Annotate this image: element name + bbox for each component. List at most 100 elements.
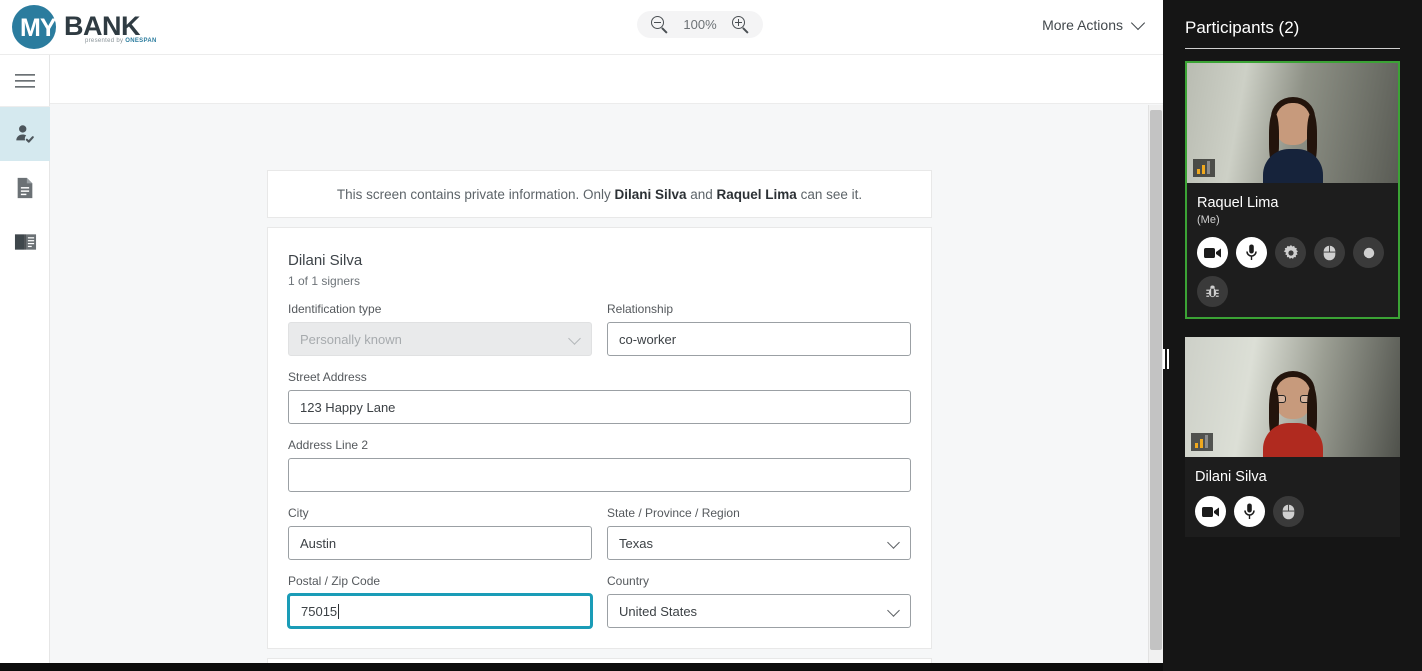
state-label: State / Province / Region [607,506,740,520]
country-select[interactable]: United States [607,594,911,628]
chevron-down-icon [568,332,581,345]
gear-icon [1283,244,1298,259]
participant-video [1185,337,1400,457]
zoom-control: 100% [637,11,763,38]
video-camera-icon [1202,506,1219,517]
city-label: City [288,506,309,520]
mouse-icon [1323,245,1336,260]
zoom-out-icon[interactable] [651,16,668,34]
content-scrollbar[interactable] [1148,105,1163,671]
diagnostics-button[interactable] [1197,276,1228,307]
form-row-1: Identification type Personally known Rel… [288,302,911,356]
address-line-2-input[interactable] [288,458,911,492]
microphone-toggle-button[interactable] [1234,496,1265,527]
avatar [1262,97,1323,183]
field-street-address: Street Address 123 Happy Lane [288,370,911,424]
document-content-area: This screen contains private information… [50,55,1163,671]
app-root: MY BANK presented by ONESPAN 100% More A… [0,0,1422,671]
sidebar-item-menu-toggle[interactable] [0,55,50,107]
more-actions-button[interactable]: More Actions [1042,15,1146,33]
signer-name: Dilani Silva [288,252,363,269]
city-input[interactable]: Austin [288,526,592,560]
sidebar-item-guide[interactable] [0,215,50,269]
state-select[interactable]: Texas [607,526,911,560]
field-identification-type: Identification type Personally known [288,302,592,356]
signer-verification-form: Dilani Silva 1 of 1 signers Identificati… [267,227,932,649]
panel-resize-handle[interactable] [1161,348,1171,370]
scrollbar-thumb[interactable] [1150,110,1162,650]
street-address-label: Street Address [288,370,367,384]
chevron-down-icon [1130,15,1146,31]
avatar [1262,371,1323,457]
more-actions-label: More Actions [1042,17,1123,33]
field-city: City Austin [288,506,592,560]
record-dot-icon [1363,247,1374,258]
field-relationship: Relationship co-worker [607,302,911,356]
logo-tagline-brand: ONESPAN [125,38,157,44]
field-state: State / Province / Region Texas [607,506,911,560]
zoom-in-icon[interactable] [732,16,749,34]
document-icon [17,177,33,199]
field-country: Country United States [607,574,911,628]
privacy-notice-text: This screen contains private information… [337,187,862,202]
form-row-3: Address Line 2 [288,438,911,492]
sidebar-item-signer-verification[interactable] [0,107,50,161]
bottom-black-bar [0,663,1163,671]
identification-type-value: Personally known [300,331,402,347]
logo-tagline-prefix: presented by [85,38,126,44]
privacy-suffix: can see it. [796,186,863,202]
sidebar-item-documents[interactable] [0,161,50,215]
brand-logo[interactable]: MY BANK presented by ONESPAN [12,3,252,51]
signal-strength-icon [1193,159,1215,177]
relationship-input[interactable]: co-worker [607,322,911,356]
participant-video [1187,63,1398,183]
participant-name: Raquel Lima [1197,195,1279,211]
participant-self-label: (Me) [1197,214,1220,226]
settings-button[interactable] [1275,237,1306,268]
document-canvas: This screen contains private information… [50,105,1145,671]
privacy-name-1: Dilani Silva [614,186,687,202]
microphone-icon [1244,503,1255,519]
field-postal-code: Postal / Zip Code 75015 [288,574,592,628]
text-caret [338,603,340,619]
form-row-5: Postal / Zip Code 75015 Country United S… [288,574,911,628]
microphone-icon [1246,244,1257,260]
participants-panel-title: Participants (2) [1185,18,1300,37]
chevron-down-icon [887,604,900,617]
pointer-share-button[interactable] [1314,237,1345,268]
camera-toggle-button[interactable] [1197,237,1228,268]
signal-strength-icon [1191,433,1213,451]
record-button[interactable] [1353,237,1384,268]
country-label: Country [607,574,650,588]
bug-icon [1206,285,1219,298]
identification-type-select[interactable]: Personally known [288,322,592,356]
camera-toggle-button[interactable] [1195,496,1226,527]
city-value: Austin [300,535,337,551]
participant-controls [1187,226,1398,307]
country-value: United States [619,603,698,619]
address-line-2-label: Address Line 2 [288,438,369,452]
video-camera-icon [1204,247,1221,258]
mouse-icon [1282,504,1295,519]
participant-tile[interactable]: Dilani Silva [1185,337,1400,537]
microphone-toggle-button[interactable] [1236,237,1267,268]
street-address-value: 123 Happy Lane [300,399,396,415]
chevron-down-icon [887,536,900,549]
postal-code-label: Postal / Zip Code [288,574,381,588]
logo-tagline: presented by ONESPAN [85,38,157,44]
privacy-prefix: This screen contains private information… [336,186,615,202]
postal-code-input[interactable]: 75015 [288,594,592,628]
identification-type-label: Identification type [288,302,382,316]
book-icon [14,234,36,250]
participants-panel: Participants (2) Raquel Lima (Me) Dilani… [1163,0,1422,671]
postal-code-value: 75015 [301,603,338,619]
relationship-value: co-worker [619,331,677,347]
logo-my-text: MY [20,14,56,42]
pointer-share-button[interactable] [1273,496,1304,527]
zoom-level-label: 100% [683,17,717,32]
street-address-input[interactable]: 123 Happy Lane [288,390,911,424]
participant-tile[interactable]: Raquel Lima (Me) [1185,61,1400,319]
field-address-line-2: Address Line 2 [288,438,911,492]
hamburger-icon [15,73,35,88]
state-value: Texas [619,535,653,551]
